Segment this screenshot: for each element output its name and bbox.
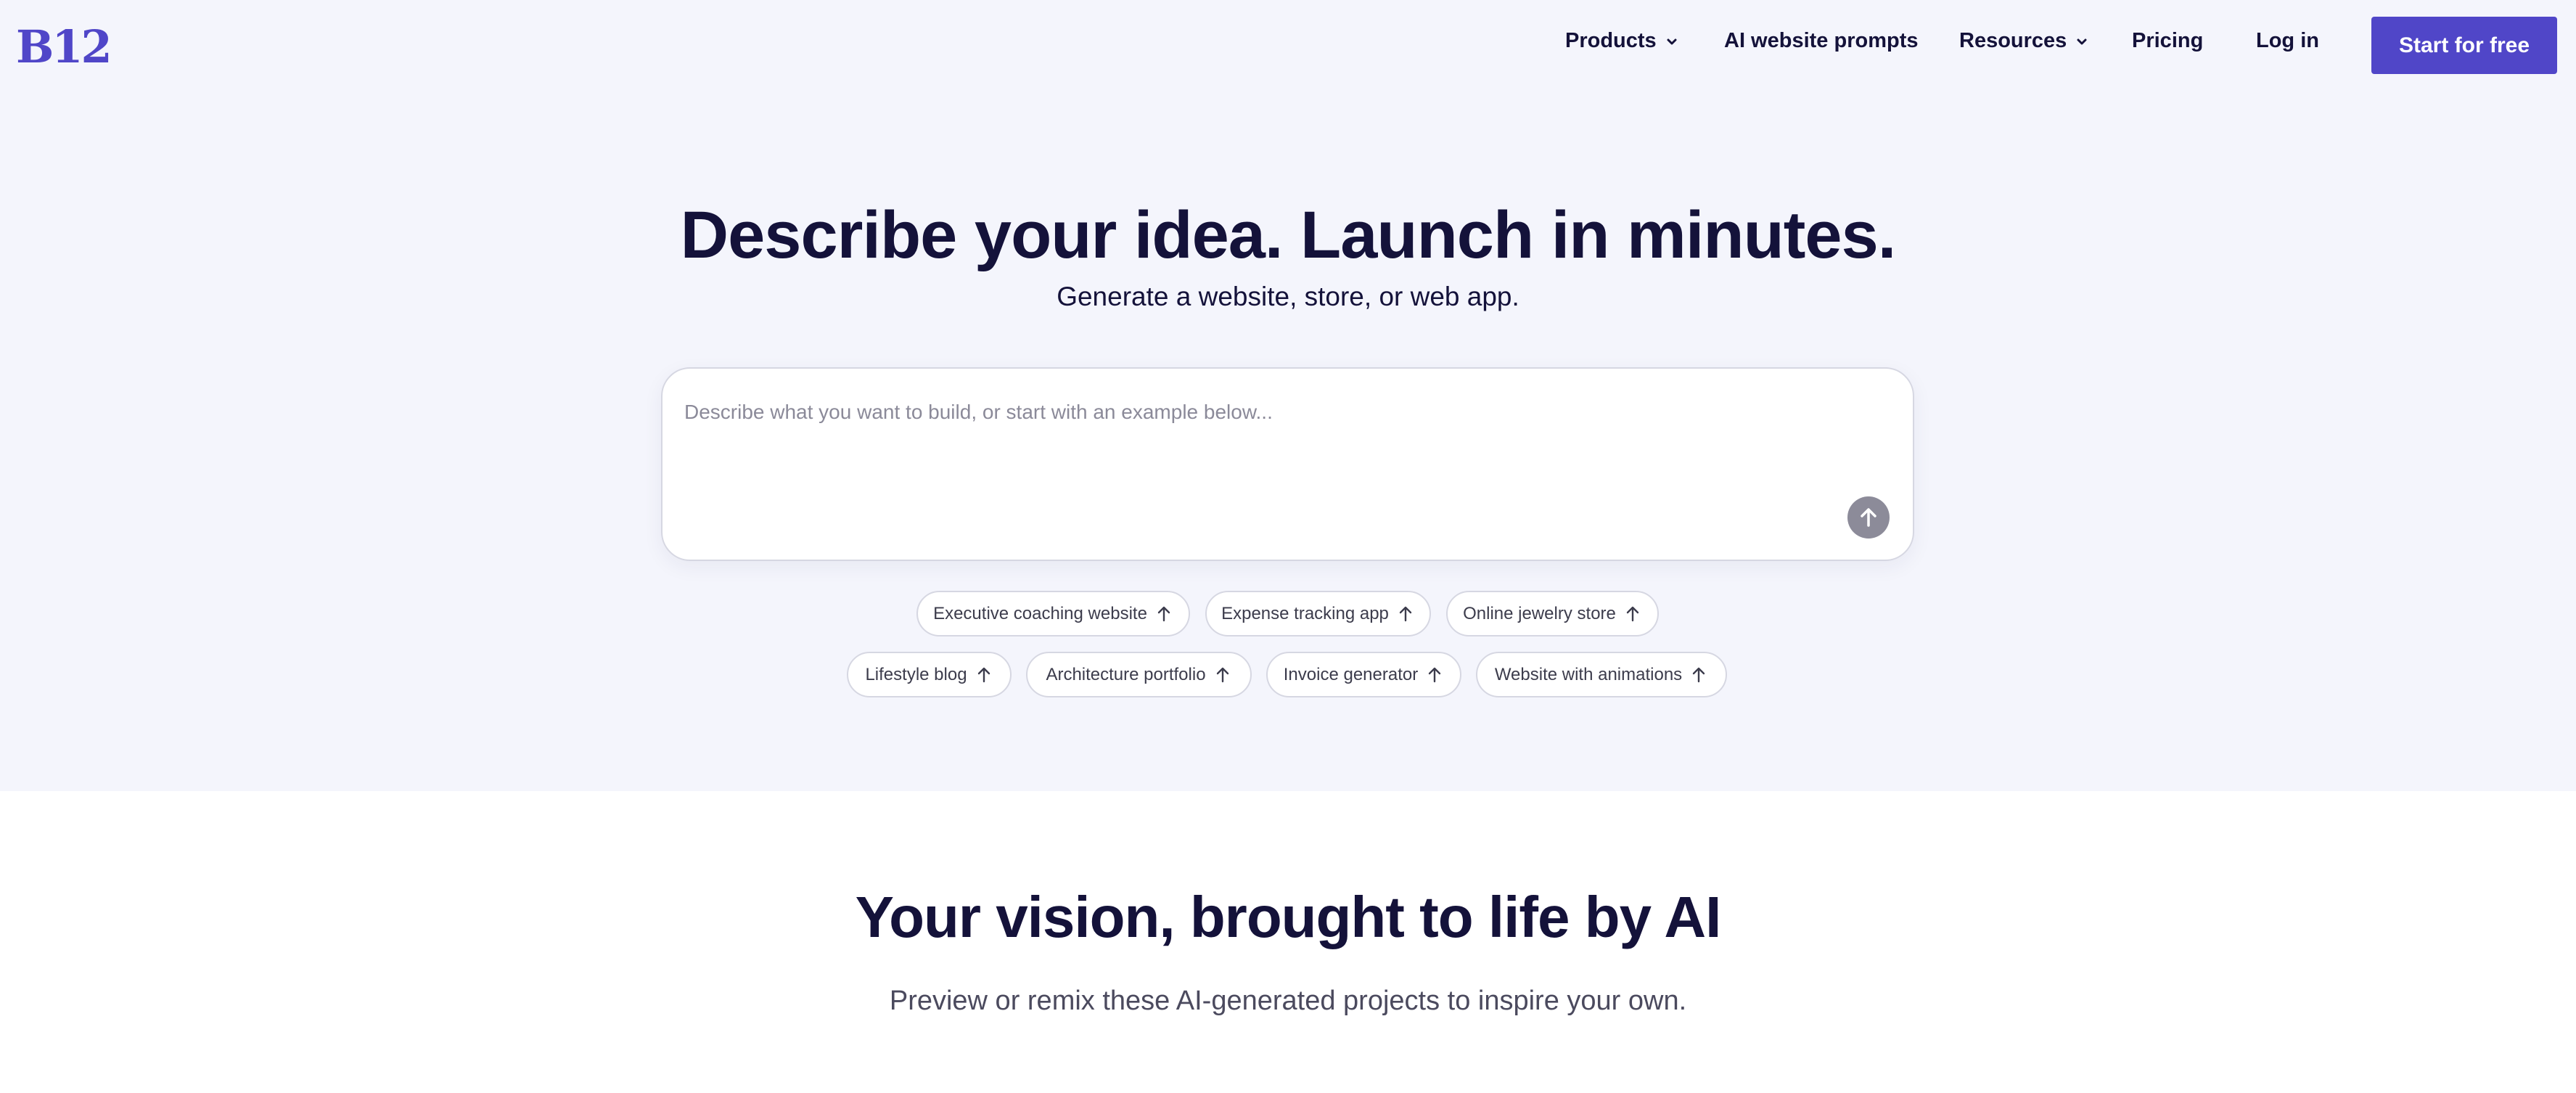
showcase-subtitle: Preview or remix these AI-generated proj… [889,986,1687,1016]
example-chip-online-jewelry[interactable]: Online jewelry store [1446,591,1659,636]
hero-subtitle: Generate a website, store, or web app. [1057,282,1519,311]
example-chip-label: Invoice generator [1283,664,1419,684]
chevron-down-icon [1667,38,1677,44]
b12-logo[interactable]: B12 [16,20,112,73]
nav-ai-prompts-label: AI website prompts [1724,29,1919,52]
example-chip-website-animations[interactable]: Website with animations [1476,652,1727,697]
arrow-up-icon [1216,667,1228,682]
example-chip-label: Expense tracking app [1221,603,1389,623]
arrow-up-icon [1157,606,1170,621]
nav-pricing[interactable]: Pricing [2132,29,2203,53]
example-chip-label: Architecture portfolio [1046,664,1206,684]
arrow-up-icon [1626,606,1639,621]
send-button[interactable] [1847,496,1890,539]
example-chip-invoice-generator[interactable]: Invoice generator [1266,652,1461,697]
nav-login[interactable]: Log in [2256,29,2319,53]
nav-resources[interactable]: Resources [1959,29,2088,53]
nav-pricing-label: Pricing [2132,29,2204,52]
example-chip-label: Online jewelry store [1463,603,1616,623]
nav-products-label: Products [1565,29,1657,52]
nav-login-label: Log in [2256,29,2319,52]
example-chip-architecture-portfolio[interactable]: Architecture portfolio [1026,652,1252,697]
example-chip-lifestyle-blog[interactable]: Lifestyle blog [847,652,1012,697]
start-for-free-button[interactable]: Start for free [2371,17,2557,74]
showcase-title: Your vision, brought to life by AI [855,885,1722,949]
nav-products[interactable]: Products [1565,29,1678,53]
prompt-box [661,367,1914,561]
example-chip-executive-coaching[interactable]: Executive coaching website [916,591,1190,636]
arrow-up-icon [1399,606,1412,621]
arrow-up-icon [1429,667,1441,682]
example-chip-label: Website with animations [1494,664,1683,684]
chevron-down-icon [2077,38,2087,44]
example-chip-label: Executive coaching website [933,603,1147,623]
nav-ai-website-prompts[interactable]: AI website prompts [1724,29,1919,53]
nav-resources-label: Resources [1959,29,2067,52]
example-chip-expense-tracking[interactable]: Expense tracking app [1205,591,1431,636]
arrow-up-icon [1692,667,1705,682]
arrow-up-icon [977,667,990,682]
hero-title: Describe your idea. Launch in minutes. [680,198,1897,272]
example-chip-label: Lifestyle blog [865,664,967,684]
arrow-up-icon [1861,508,1876,527]
prompt-input[interactable] [684,390,1845,434]
